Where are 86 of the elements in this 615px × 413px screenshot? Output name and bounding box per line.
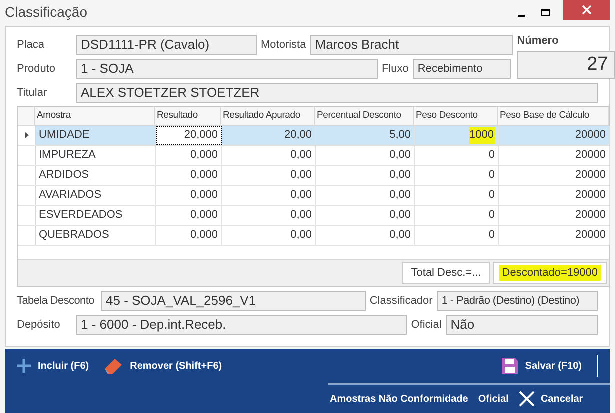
- column-header[interactable]: Peso Base de Cálculo: [498, 107, 609, 125]
- close-icon: [518, 391, 535, 407]
- field-label: Fluxo: [382, 62, 409, 77]
- row-pointer-icon: [24, 132, 28, 139]
- table-cell-text: 0: [488, 168, 495, 184]
- minimize-icon[interactable]: [518, 14, 525, 16]
- text-field[interactable]: 1 - 6000 - Dep.int.Receb.: [76, 315, 408, 335]
- table-row[interactable]: QUEBRADOS 0,000 0,00 0,00 0 20000: [18, 226, 609, 246]
- text-field[interactable]: 1 - SOJA: [76, 59, 378, 79]
- table-cell-text: 0,00: [390, 188, 411, 204]
- table-cell-text: 0,00: [290, 168, 312, 184]
- table-cell-text: UMIDADE: [39, 128, 90, 144]
- field-label: Oficial: [411, 318, 442, 333]
- table-cell-text: 0,00: [390, 208, 411, 224]
- toolbar-button[interactable]: Amostras Não Conformidade: [330, 392, 468, 406]
- text-field[interactable]: DSD1111-PR (Cavalo): [76, 35, 257, 55]
- column-header[interactable]: Percentual Desconto: [315, 107, 414, 125]
- table-cell-text: 20000: [575, 188, 606, 204]
- table-row[interactable]: IMPUREZA 0,000 0,00 0,00 0 20000: [18, 146, 609, 166]
- table-cell-text: 20,000: [184, 128, 218, 144]
- field-label: Titular: [17, 86, 48, 101]
- table-cell-text: 0: [488, 208, 495, 224]
- text-field[interactable]: ALEX STOETZER STOETZER: [76, 83, 598, 103]
- table-cell-text: 0,000: [190, 168, 218, 184]
- toolbar-button[interactable]: Oficial: [478, 392, 509, 406]
- table-cell-text: 0: [488, 148, 495, 164]
- number-field: 27: [517, 51, 615, 79]
- table-cell-text: 0,000: [190, 208, 218, 224]
- column-header[interactable]: Resultado Apurado: [221, 107, 315, 125]
- field-label: Produto: [17, 62, 57, 77]
- text-field[interactable]: Não: [446, 315, 598, 335]
- close-button[interactable]: [563, 0, 610, 20]
- text-field[interactable]: Marcos Bracht: [310, 35, 514, 55]
- field-label: Motorista: [261, 38, 306, 53]
- text-field[interactable]: 1 - Padrão (Destino) (Destino): [436, 291, 598, 311]
- table-cell-text: 0,00: [290, 208, 312, 224]
- table-cell-text: 0,000: [190, 228, 218, 244]
- window-title: Classificação: [5, 3, 88, 22]
- table-cell-text: 20,00: [284, 128, 312, 144]
- table-cell-text: 0,000: [190, 188, 218, 204]
- table-cell-text: 20000: [575, 168, 606, 184]
- table-cell-text: 0,00: [290, 188, 312, 204]
- table-cell-text: 20000: [575, 128, 606, 144]
- table-row[interactable]: UMIDADE 20,000 20,00 5,00 1000 20000: [18, 126, 609, 146]
- save-icon: [501, 357, 520, 375]
- text-field[interactable]: Recebimento: [412, 59, 511, 79]
- table-row[interactable]: AVARIADOS 0,000 0,00 0,00 0 20000: [18, 186, 609, 206]
- field-label: Número: [517, 35, 560, 47]
- table-row[interactable]: ESVERDEADOS 0,000 0,00 0,00 0 20000: [18, 206, 609, 226]
- summary-text: Total Desc.=...: [410, 266, 482, 281]
- table-cell-text: 0,00: [290, 228, 312, 244]
- column-header[interactable]: Peso Desconto: [414, 107, 498, 125]
- column-header[interactable]: Amostra: [35, 107, 155, 125]
- table-cell: 1000: [468, 127, 495, 144]
- table-cell-text: ARDIDOS: [39, 168, 90, 184]
- table-cell-text: AVARIADOS: [39, 188, 102, 204]
- plus-icon: [16, 358, 32, 374]
- table-cell-text: 20000: [575, 208, 606, 224]
- table-cell-text: 20000: [575, 228, 606, 244]
- text-field[interactable]: 45 - SOJA_VAL_2596_V1: [101, 291, 366, 311]
- column-header[interactable]: Resultado: [155, 107, 221, 125]
- maximize-icon[interactable]: [541, 9, 550, 16]
- table-row[interactable]: ARDIDOS 0,000 0,00 0,00 0 20000: [18, 166, 609, 186]
- table-cell-text: 0,00: [290, 148, 312, 164]
- table-cell-text: 0,00: [390, 148, 411, 164]
- field-label: Depósito: [17, 318, 62, 333]
- table-cell-text: 0: [488, 188, 495, 204]
- table-cell-text: 0,00: [390, 168, 411, 184]
- close-icon: [582, 5, 592, 15]
- field-label: Placa: [17, 38, 46, 53]
- table-cell-text: IMPUREZA: [39, 148, 96, 164]
- table-cell-text: 0,00: [390, 228, 411, 244]
- eraser-icon: [104, 357, 124, 375]
- table-cell-text: QUEBRADOS: [39, 228, 110, 244]
- field-label: Classificador: [370, 294, 433, 309]
- field-label: Tabela Desconto: [17, 294, 96, 309]
- toolbar-button[interactable]: Salvar (F10): [501, 357, 582, 375]
- table-cell-text: 20000: [575, 148, 606, 164]
- toolbar-button[interactable]: Incluir (F6): [16, 358, 90, 374]
- table-cell-text: 0,000: [190, 148, 218, 164]
- table-cell-text: 0: [488, 228, 495, 244]
- summary-text: Descontado=19000: [499, 264, 601, 282]
- table-cell-text: 5,00: [390, 128, 411, 144]
- toolbar-button[interactable]: Cancelar: [518, 391, 584, 407]
- toolbar-button[interactable]: Remover (Shift+F6): [104, 357, 222, 375]
- table-cell-text: ESVERDEADOS: [39, 208, 123, 224]
